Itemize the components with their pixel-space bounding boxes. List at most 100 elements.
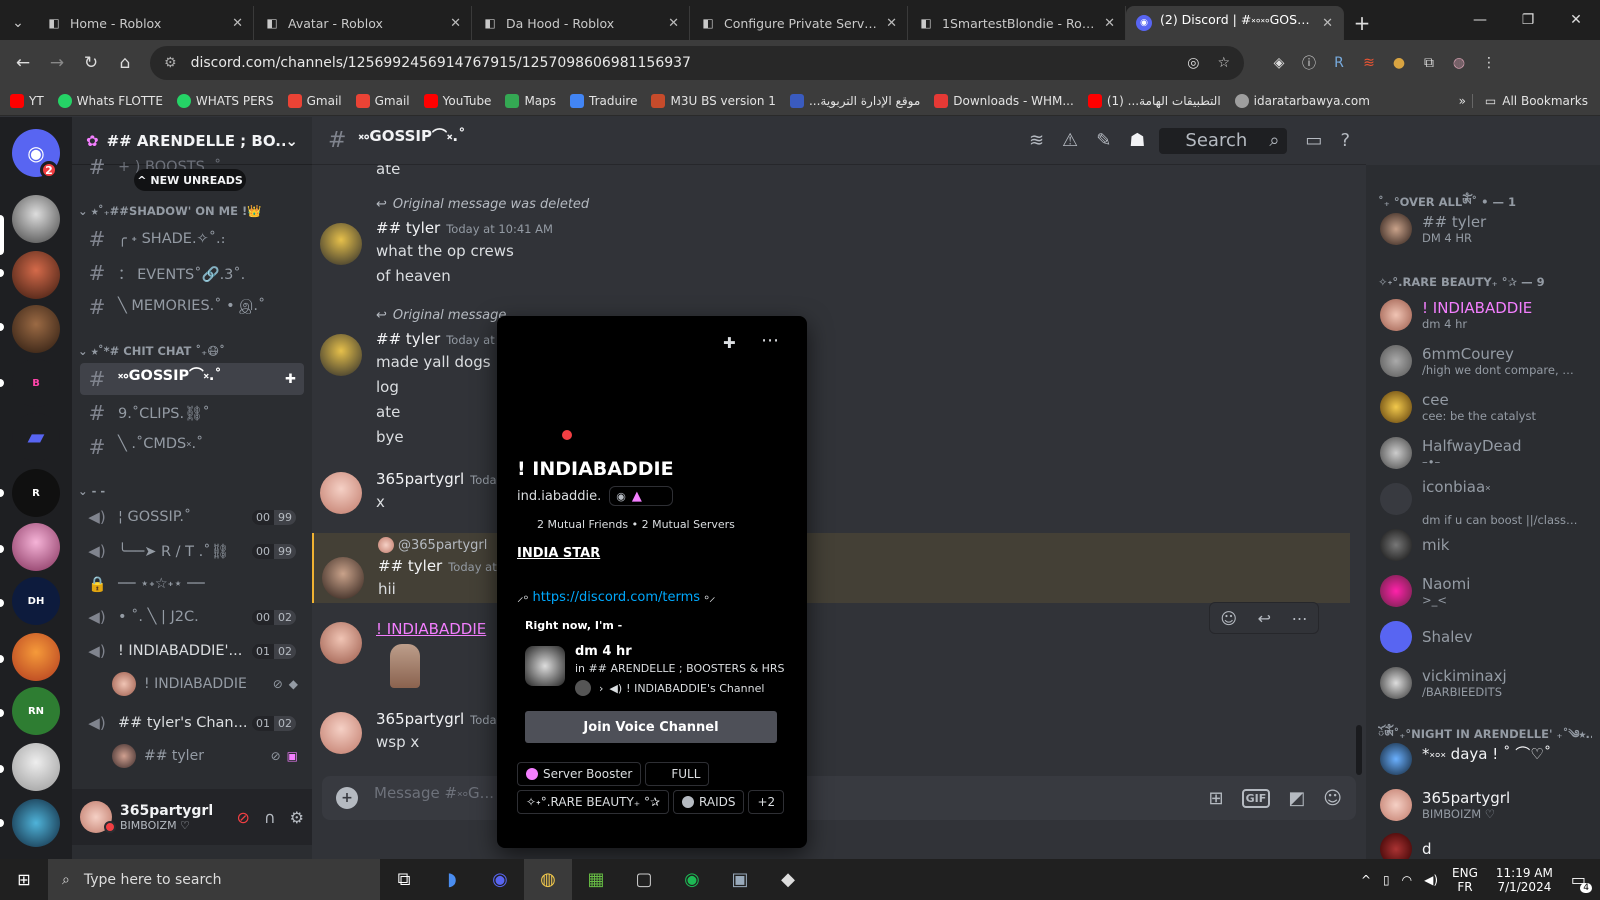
user-avatar[interactable] [320,334,362,376]
voice-user[interactable]: ## tyler ⊘ ▣ [112,741,298,771]
browser-tab-active[interactable]: ◉ (2) Discord | #༝༚༝༚GOSSIP⌒༝ ✕ [1126,6,1344,40]
back-arrow-icon[interactable]: ← [6,46,40,80]
emoji-icon[interactable]: ☺ [1323,788,1342,809]
role-tag[interactable]: ✧˖°.RARE BEAUTY₊ °✰ [517,790,670,814]
language-indicator[interactable]: ENG FR [1452,866,1478,894]
role-tag[interactable]: RAIDS [673,790,745,814]
notification-bell-off-icon[interactable]: ⚠ [1062,130,1078,151]
sticker-icon[interactable]: ◩ [1288,788,1305,809]
user-avatar[interactable] [320,712,362,754]
more-options-icon[interactable]: ⋯ [1292,609,1308,628]
profile-username[interactable]: ind.iabaddie. [517,489,601,504]
member-item[interactable]: 6mmCourey/high we dont compare, wish ... [1374,339,1594,383]
member-item[interactable]: 365partygrl BIMBOIZM ♡ [1374,783,1594,827]
new-unreads-pill[interactable]: ^ NEW UNREADS [134,169,246,191]
minimize-icon[interactable]: — [1456,0,1504,40]
category-header[interactable]: ⌄ ⭑˚₊##SHADOW' ON ME !👑 [78,204,262,219]
chrome-icon[interactable]: ◍ [524,859,572,900]
extension-icon[interactable]: ≋ [1354,55,1384,71]
member-item[interactable]: HalfwayDead –•– [1374,431,1594,475]
bookmark[interactable]: WHATS PERS [176,93,274,108]
member-item[interactable]: d [1374,827,1594,859]
reply-preview[interactable]: ↩ Original message [376,308,506,323]
voice-channel-locked[interactable]: 🔒 ── ⋆˖☆˖⋆ ── [80,568,304,600]
server-icon[interactable]: R [12,469,60,517]
kebab-menu-icon[interactable]: ⋮ [1474,55,1504,71]
member-item[interactable]: Shalev [1374,615,1594,659]
server-icon[interactable] [12,633,60,681]
pin-icon[interactable]: ✎ [1096,130,1111,151]
address-bar[interactable]: ⚙ discord.com/channels/12569924569147679… [150,46,1244,80]
invite-member-icon[interactable]: ✚ [285,372,296,387]
message-author[interactable]: ! INDIABADDIE [376,620,486,638]
text-channel[interactable]: #9.˚CLIPS.⛓˚ [80,397,304,429]
member-item[interactable]: mik [1374,523,1594,567]
gift-icon[interactable]: ⊞ [1208,788,1223,809]
message-author[interactable]: ## tyler [376,330,440,348]
add-friend-icon[interactable]: ✚ [723,334,736,352]
user-avatar[interactable] [320,472,362,514]
gif-icon[interactable]: GIF [1241,788,1271,808]
app-icon[interactable]: ▣ [716,859,764,900]
user-avatar[interactable] [322,557,364,599]
site-info-icon[interactable]: ⚙ [164,55,177,71]
bookmark[interactable]: Gmail [287,93,342,108]
nitro-badge-icon[interactable]: ◉ [616,490,626,503]
server-icon[interactable]: RN [12,687,60,735]
wifi-icon[interactable]: ◠ [1402,873,1412,887]
app-icon[interactable]: ▦ [572,859,620,900]
app-icon[interactable]: ▢ [620,859,668,900]
member-item[interactable]: vickiminaxj/BARBIEEDITS [1374,661,1594,705]
browser-tab[interactable]: ◧ Home - Roblox ✕ [36,6,254,40]
user-avatar[interactable] [320,223,362,265]
browser-tab[interactable]: ◧ Configure Private Server - Ro ✕ [690,6,908,40]
profile-avatar-icon[interactable]: ◍ [1444,55,1474,71]
device-icon[interactable]: ▯ [1383,873,1390,887]
bookmark[interactable]: YouTube [423,93,491,108]
barbie-server-icon[interactable]: B [12,359,60,407]
extension-icon[interactable]: ⓘ [1294,53,1324,73]
roblox-icon[interactable]: ◆ [764,859,812,900]
user-info[interactable]: 365partygrl BIMBOIZM ♡ [120,803,213,832]
mutual-servers[interactable]: 2 Mutual Servers [642,518,735,531]
puzzle-icon[interactable]: ⧉ [1414,55,1444,71]
chevron-up-icon[interactable]: ^ [1361,873,1371,887]
extension-icon[interactable]: R [1324,55,1354,71]
search-input[interactable]: Search ⌕ [1159,127,1288,154]
home-icon[interactable]: ⌂ [108,46,142,80]
message-mention-highlight[interactable]: @365partygrl ## tyler Today at hii [312,533,1350,603]
server-icon[interactable] [12,743,60,791]
text-channel[interactable]: # ╲ .˚CMDS༝.˚ [80,431,304,463]
browser-tab[interactable]: ◧ Avatar - Roblox ✕ [254,6,472,40]
text-channel[interactable]: # ╲ MEMORIES.˚ • இ.˚ [80,291,304,323]
bookmark[interactable]: Gmail [355,93,410,108]
server-icon[interactable] [12,523,60,571]
mic-muted-icon[interactable]: ⊘ [237,808,250,827]
message-composer[interactable]: + Message #༝༚G... ⊞ GIF ◩ ☺ [322,776,1356,820]
inbox-icon[interactable]: ▭ [1305,130,1322,151]
spotify-icon[interactable]: ◉ [668,859,716,900]
close-icon[interactable]: ✕ [1104,16,1115,31]
app-icon[interactable]: ◗ [428,859,476,900]
more-options-icon[interactable]: ⋯ [761,330,779,351]
bookmark[interactable]: idaratarbawya.com [1234,93,1370,108]
role-tag[interactable]: FULL [645,762,710,786]
mutual-friends[interactable]: 2 Mutual Friends [537,518,628,531]
join-voice-channel-button[interactable]: Join Voice Channel [525,711,777,743]
add-attachment-icon[interactable]: + [336,787,358,809]
message-author[interactable]: 365partygrl [376,470,464,488]
extension-icon[interactable]: ◈ [1264,55,1294,71]
task-view-icon[interactable]: ⧉ [380,859,428,900]
voice-channel[interactable]: ◀) ╰──➤ R / T .˚⛓ 00 99 [80,535,304,567]
server-icon[interactable] [12,251,60,299]
eye-off-icon[interactable]: ◎ [1187,55,1199,71]
category-header[interactable]: ⌄ - - [78,484,105,498]
member-item[interactable]: *༝༚༝ daya ! ˚ ⌒♡˚ [1374,737,1594,781]
restore-icon[interactable]: ❐ [1504,0,1552,40]
text-channel[interactable]: # ： EVENTS˚🔗.3˚. [80,257,304,289]
windows-start-icon[interactable]: ⊞ [0,859,48,900]
clock[interactable]: 11:19 AM 7/1/2024 [1496,866,1553,894]
bookmark[interactable]: Traduire [570,93,637,108]
bookmark[interactable]: التطبيقات الهامة... (1) [1087,93,1221,108]
voice-channel[interactable]: ◀) ## tyler's Chan... 01 02 [80,707,304,739]
